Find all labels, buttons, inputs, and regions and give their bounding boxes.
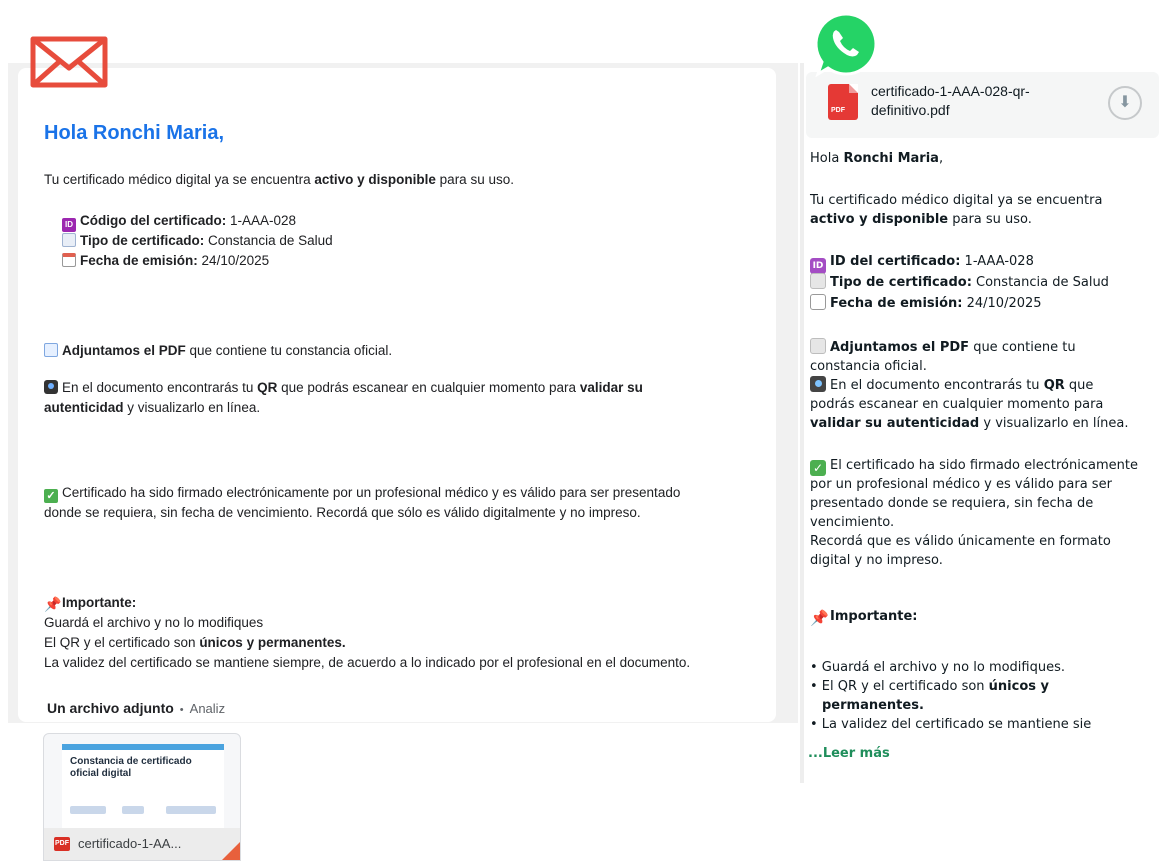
camera-icon <box>810 376 826 392</box>
wa-bullet-1: • Guardá el archivo y no lo modifiques. <box>810 660 1066 675</box>
attachment-filename: certificado-1-AA... <box>78 836 182 851</box>
email-intro: Tu certificado médico digital ya se encu… <box>44 172 514 187</box>
wa-type-line: Tipo de certificado: Constancia de Salud <box>810 273 1109 292</box>
whatsapp-document-bubble[interactable]: PDF certificado-1-AAA-028-qr- definitivo… <box>806 72 1159 138</box>
attachment-thumbnail[interactable]: Constancia de certificado oficial digita… <box>43 733 241 861</box>
wa-qr-line-1: En el documento encontrarás tu QR que <box>810 376 1093 395</box>
wa-signed-line-1: ✓ El certificado ha sido firmado electrón… <box>810 456 1138 476</box>
attachment-preview: Constancia de certificado oficial digita… <box>62 744 224 828</box>
wa-qr-line-3: validar su autenticidad y visualizarlo e… <box>810 416 1129 431</box>
download-icon[interactable]: ⬇ <box>1108 86 1142 120</box>
wa-intro-line-1: Tu certificado médico digital ya se encu… <box>810 193 1103 208</box>
attachment-corner-fold <box>222 842 240 860</box>
attachment-preview-title: Constancia de certificado oficial digita… <box>70 756 192 779</box>
wa-pdf-line-1: Adjuntamos el PDF que contiene tu <box>810 338 1076 357</box>
wa-signed-line-6: digital y no impreso. <box>810 553 943 568</box>
read-more-link[interactable]: ...Leer más <box>808 746 890 761</box>
wa-id-line: ID ID del certificado: 1-AAA-028 <box>810 252 1034 274</box>
email-code-line: ID Código del certificado: 1-AAA-028 <box>62 211 296 232</box>
email-greeting: Hola Ronchi Maria, <box>44 122 225 144</box>
id-icon: ID <box>62 218 76 232</box>
email-pdf-line: Adjuntamos el PDF que contiene tu consta… <box>44 341 392 361</box>
whatsapp-file-name: certificado-1-AAA-028-qr- definitivo.pdf <box>871 83 1030 118</box>
pushpin-icon: 📌 <box>44 596 62 612</box>
wa-date-line: Fecha de emisión: 24/10/2025 <box>810 294 1042 313</box>
email-type-line: Tipo de certificado: Constancia de Salud <box>62 231 333 251</box>
check-icon: ✓ <box>810 460 826 476</box>
wa-important-label: 📌Importante: <box>810 609 918 627</box>
wa-signed-line-5: Recordá que es válido únicamente en form… <box>810 534 1111 549</box>
calendar-icon <box>810 294 826 310</box>
email-signed-line-2: donde se requiera, sin fecha de vencimie… <box>44 505 641 520</box>
wa-bullet-2-cont: permanentes. <box>822 698 924 713</box>
wa-pdf-line-2: constancia oficial. <box>810 359 927 374</box>
pdf-icon: PDF <box>828 84 858 120</box>
email-signed-line-1: ✓ Certificado ha sido firmado electrónica… <box>44 483 680 503</box>
wa-bullet-3: • La validez del certificado se mantiene… <box>810 717 1092 732</box>
page-icon <box>62 233 76 247</box>
scan-status: Analiz <box>189 701 226 716</box>
email-important-1: Guardá el archivo y no lo modifiques <box>44 615 264 630</box>
wa-qr-line-2: podrás escanear en cualquier momento par… <box>810 397 1104 412</box>
attachment-header: Un archivo adjunto • Analiz <box>47 700 226 716</box>
pdf-icon: PDF <box>54 837 70 851</box>
calendar-icon <box>62 253 76 267</box>
wa-greeting: Hola Ronchi Maria, <box>810 151 944 166</box>
page-icon <box>810 338 826 354</box>
email-important-3: La validez del certificado se mantiene s… <box>44 655 691 670</box>
camera-icon <box>44 380 58 394</box>
attachment-footer: PDF certificado-1-AA... <box>44 828 240 860</box>
id-icon: ID <box>810 258 826 274</box>
mail-icon <box>30 36 108 88</box>
email-date-line: Fecha de emisión: 24/10/2025 <box>62 251 269 271</box>
wa-signed-line-2: por un profesional médico y es válido pa… <box>810 477 1112 492</box>
wa-signed-line-4: vencimiento. <box>810 515 895 530</box>
email-important-2: El QR y el certificado son únicos y perm… <box>44 635 346 650</box>
whatsapp-logo-icon <box>814 12 878 78</box>
email-important-label: 📌Importante: <box>44 595 137 612</box>
email-qr-line-2: autenticidad y visualizarlo en línea. <box>44 400 261 415</box>
pushpin-icon: 📌 <box>810 609 829 627</box>
wa-bullet-2: • El QR y el certificado son únicos y <box>810 679 1050 694</box>
wa-intro-line-2: activo y disponible para su uso. <box>810 212 1032 227</box>
check-icon: ✓ <box>44 489 58 503</box>
email-qr-line-1: En el documento encontrarás tu QR que po… <box>44 378 643 398</box>
memo-icon <box>44 343 58 357</box>
attachment-preview-logos <box>70 806 220 816</box>
page-icon <box>810 273 826 289</box>
wa-signed-line-3: presentado donde se requiera, sin fecha … <box>810 496 1094 511</box>
